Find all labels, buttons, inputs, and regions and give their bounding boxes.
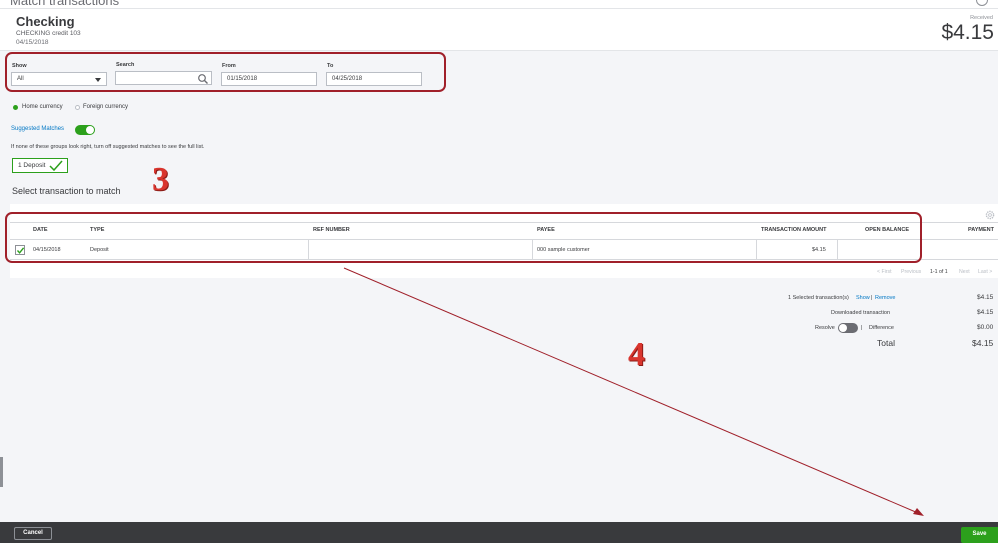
pager-next[interactable]: Next: [959, 269, 970, 275]
transaction-date: 04/15/2018: [16, 39, 49, 46]
difference-label: Difference: [869, 325, 894, 331]
suggested-matches-toggle[interactable]: [75, 125, 95, 135]
window-title: Match transactions: [10, 0, 120, 8]
header: Checking CHECKING credit 103 04/15/2018 …: [0, 9, 998, 51]
cancel-button[interactable]: Cancel: [14, 527, 52, 540]
total-value: $4.15: [972, 338, 994, 348]
gear-icon[interactable]: [985, 210, 995, 220]
pager-previous[interactable]: Previous: [901, 269, 921, 275]
account-subtitle: CHECKING credit 103: [16, 30, 81, 37]
resolve-label: Resolve: [815, 325, 835, 331]
account-name: Checking: [16, 14, 75, 29]
pager-first[interactable]: < First: [877, 269, 892, 275]
pager-range: 1-1 of 1: [930, 269, 948, 275]
deposit-group-label: 1 Deposit: [18, 162, 46, 169]
pager-last[interactable]: Last >: [978, 269, 992, 275]
annotation-step-3: 3: [152, 161, 169, 198]
toggle-knob: [839, 324, 847, 332]
foreign-currency-radio[interactable]: [75, 105, 80, 110]
home-currency-radio[interactable]: [13, 105, 18, 110]
selected-total-value: $4.15: [977, 294, 994, 301]
annotation-step-4: 4: [628, 336, 645, 373]
difference-value: $0.00: [977, 324, 994, 331]
suggested-hint: If none of these groups look right, turn…: [11, 144, 205, 150]
filters-highlight-box: [5, 52, 446, 92]
remove-link[interactable]: Remove: [875, 295, 895, 301]
link-separator: |: [871, 295, 873, 301]
help-icon[interactable]: [976, 0, 988, 6]
foreign-currency-label: Foreign currency: [83, 104, 129, 110]
window-title-bar: Match transactions: [0, 0, 998, 9]
show-link[interactable]: Show: [856, 295, 870, 301]
deposit-group-chip[interactable]: 1 Deposit: [12, 158, 68, 173]
downloaded-value: $4.15: [977, 309, 994, 316]
received-amount: $4.15: [941, 21, 994, 44]
checkmark-icon: [49, 160, 63, 172]
downloaded-label: Downloaded transaction: [831, 310, 891, 316]
match-transactions-dialog: Match transactions Checking CHECKING cre…: [0, 0, 998, 543]
save-button[interactable]: Save: [961, 527, 998, 543]
toggle-knob: [86, 126, 94, 134]
section-title: Select transaction to match: [12, 186, 121, 196]
home-currency-label: Home currency: [22, 104, 63, 110]
selected-transactions-label: 1 Selected transaction(s): [788, 295, 849, 301]
col-header-payment[interactable]: PAYMENT: [968, 227, 994, 233]
suggested-matches-label: Suggested Matches: [11, 126, 65, 132]
resolve-separator: |: [861, 325, 863, 331]
scroll-edge: [0, 457, 3, 487]
total-label: Total: [877, 338, 895, 348]
table-highlight-box: [5, 212, 922, 263]
resolve-toggle[interactable]: [838, 323, 858, 333]
footer-bar: Cancel Save: [0, 522, 998, 543]
